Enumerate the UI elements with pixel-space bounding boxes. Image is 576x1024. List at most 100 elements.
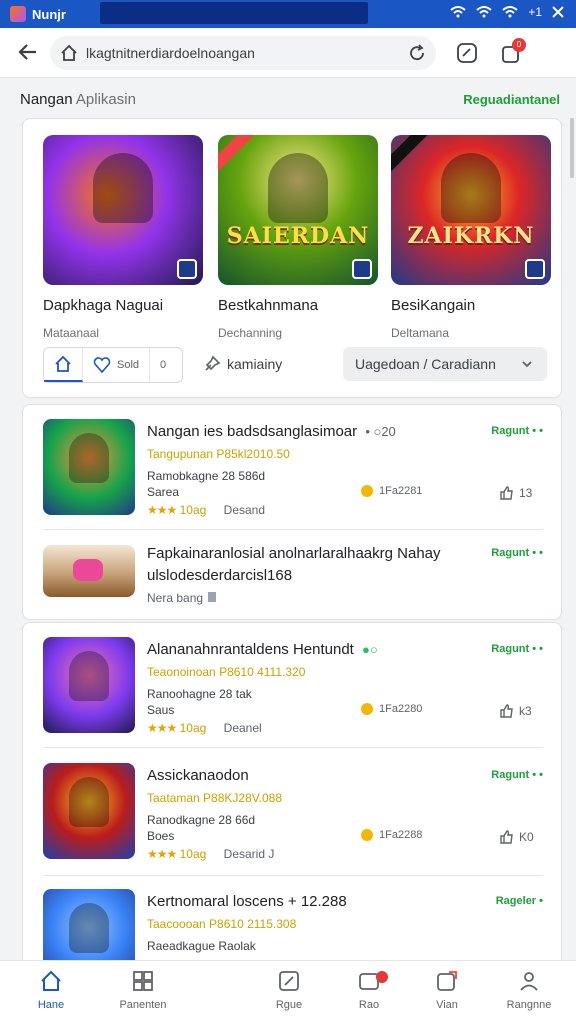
home-icon bbox=[41, 970, 61, 991]
filter-home[interactable] bbox=[44, 348, 83, 382]
star-rating-icon: ★★★ bbox=[147, 503, 177, 517]
list-item[interactable]: Fapkainaranlosial anolnarlaralhaakrg Nah… bbox=[23, 541, 563, 611]
divider bbox=[43, 747, 543, 748]
install-button[interactable]: Ragunt • • bbox=[491, 547, 543, 559]
install-button[interactable]: Ragunt • • bbox=[491, 425, 543, 437]
nav-edit[interactable]: Rgue bbox=[254, 969, 324, 1011]
featured-game-2[interactable]: SAIERDAN Bestkahnmana Dechanning bbox=[218, 135, 378, 340]
game-category: Deltamana bbox=[391, 326, 450, 340]
app-title: Kertnomaral loscens + 12.288 bbox=[147, 893, 347, 910]
nav-label: Rgue bbox=[275, 999, 303, 1011]
game-name: BesiKangain bbox=[391, 297, 476, 314]
speed-dial-icon[interactable] bbox=[456, 42, 478, 64]
filter-favorites[interactable]: Sold bbox=[83, 348, 151, 382]
game-category: Dechanning bbox=[218, 326, 283, 340]
filter-label: Sold bbox=[117, 359, 140, 371]
game-name: Bestkahnmana bbox=[218, 297, 319, 314]
battery-text: +1 bbox=[528, 5, 542, 19]
star-rating-icon: ★★★ bbox=[147, 721, 177, 735]
section-title: Nangan Aplikasin bbox=[20, 91, 136, 108]
list-item[interactable]: Nangan ies badsdsanglasimoar • ○20 Tangu… bbox=[23, 419, 563, 529]
featured-card: Dapkhaga Naguai Mataanaal SAIERDAN Bestk… bbox=[22, 118, 562, 398]
install-button[interactable]: Ragunt • • bbox=[491, 643, 543, 655]
app-info: 1Fa2280 bbox=[361, 703, 422, 715]
url-field[interactable]: lkagtnitnerdiardoelnoangan bbox=[50, 36, 436, 70]
list-item[interactable]: Assickanaodon Taataman P88KJ28V.088 Rano… bbox=[23, 763, 563, 873]
app-title: Nangan ies badsdsanglasimoar • ○20 bbox=[147, 423, 396, 440]
app-info-text: 1Fa2288 bbox=[379, 829, 423, 841]
like-count-text: 13 bbox=[519, 486, 533, 500]
address-bar: lkagtnitnerdiardoelnoangan 0 bbox=[0, 28, 576, 78]
star-rating-icon: ★★★ bbox=[147, 847, 177, 861]
section-link[interactable]: Reguadiantanel bbox=[463, 92, 560, 107]
app-info: 1Fa2281 bbox=[361, 485, 422, 497]
back-arrow-icon[interactable] bbox=[16, 40, 40, 64]
nav-apps[interactable]: Panenten bbox=[108, 969, 178, 1011]
game-cover bbox=[43, 135, 203, 285]
tag-chip[interactable]: kamiainy bbox=[203, 355, 282, 373]
dropdown-value: Uagedoan / Caradiann bbox=[355, 356, 496, 372]
notification-badge: 0 bbox=[512, 38, 526, 52]
app-meta: Ranoohagne 28 tak bbox=[147, 687, 252, 701]
app-list-card: Nangan ies badsdsanglasimoar • ○20 Tangu… bbox=[22, 404, 562, 620]
hero-figure bbox=[441, 153, 501, 223]
app-meta-secondary: Sarea bbox=[147, 485, 180, 499]
like-count[interactable]: k3 bbox=[499, 703, 532, 719]
home-icon[interactable] bbox=[60, 44, 78, 62]
section-header: Nangan Aplikasin Reguadiantanel bbox=[20, 86, 560, 112]
featured-game-1[interactable]: Dapkhaga Naguai Mataanaal bbox=[43, 135, 203, 340]
install-button[interactable]: Ragunt • • bbox=[491, 769, 543, 781]
wifi-icon bbox=[450, 6, 466, 18]
rating-score: 10ag bbox=[179, 847, 207, 861]
sort-dropdown[interactable]: Uagedoan / Caradiann bbox=[343, 347, 547, 381]
platform-badge-icon bbox=[525, 259, 545, 279]
nav-view[interactable]: Vian bbox=[412, 969, 482, 1011]
game-cover: SAIERDAN bbox=[218, 135, 378, 285]
list-item[interactable]: Alananahnrantaldens Hentundt ●○ Teaonoin… bbox=[23, 637, 563, 747]
coin-icon bbox=[361, 485, 373, 497]
filter-other[interactable]: 0 bbox=[150, 348, 176, 382]
game-logo: SAIERDAN bbox=[226, 223, 370, 249]
app-meta-secondary: Boes bbox=[147, 829, 175, 843]
rating-label: Desarid J bbox=[223, 847, 275, 861]
rating-label: Desand bbox=[223, 503, 266, 517]
rating-score: 10ag bbox=[179, 721, 207, 735]
app-title: Assickanaodon bbox=[147, 767, 249, 784]
app-title-extra: • ○20 bbox=[365, 424, 396, 439]
tag-label: kamiainy bbox=[227, 356, 283, 372]
nav-label: Vian bbox=[436, 999, 458, 1011]
heart-icon bbox=[93, 357, 111, 374]
divider bbox=[43, 529, 543, 530]
close-icon[interactable] bbox=[552, 6, 564, 18]
app-rating: ★★★ 10ag Desarid J bbox=[147, 847, 274, 861]
nav-home[interactable]: Hane bbox=[16, 969, 86, 1011]
wifi-alt-icon bbox=[502, 6, 518, 18]
coin-icon bbox=[361, 703, 373, 715]
like-count[interactable]: K0 bbox=[499, 829, 534, 845]
chevron-down-icon bbox=[522, 361, 532, 368]
install-button[interactable]: Rageler • bbox=[496, 895, 543, 907]
app-title-text: Nangan ies badsdsanglasimoar bbox=[147, 423, 358, 440]
nav-profile[interactable]: Rangnne bbox=[494, 969, 564, 1011]
featured-game-3[interactable]: ZAIKRKN BesiKangain Deltamana bbox=[391, 135, 551, 340]
app-title-extra: ●○ bbox=[362, 642, 378, 657]
signal-icon bbox=[476, 6, 492, 18]
game-logo: ZAIKRKN bbox=[407, 223, 535, 249]
scrollbar[interactable] bbox=[570, 118, 574, 178]
app-thumbnail bbox=[43, 419, 135, 515]
reload-icon[interactable] bbox=[408, 44, 426, 62]
app-info-text: 1Fa2280 bbox=[379, 703, 423, 715]
tag-icon bbox=[208, 592, 217, 602]
user-icon bbox=[520, 972, 538, 991]
app-title: Fapkainaranlosial anolnarlaralhaakrg Nah… bbox=[147, 545, 441, 562]
nav-messages[interactable]: Rao bbox=[334, 969, 404, 1011]
pin-icon bbox=[205, 355, 221, 371]
edit-icon bbox=[279, 971, 299, 991]
app-price: Tangupunan P85kl2010.50 bbox=[147, 447, 290, 461]
divider bbox=[43, 875, 543, 876]
section-title-sub: Aplikasin bbox=[75, 90, 136, 108]
thumbs-up-icon bbox=[500, 830, 513, 844]
nav-label: Hane bbox=[37, 999, 65, 1011]
ribbon-badge bbox=[218, 135, 258, 175]
like-count[interactable]: 13 bbox=[499, 485, 532, 501]
